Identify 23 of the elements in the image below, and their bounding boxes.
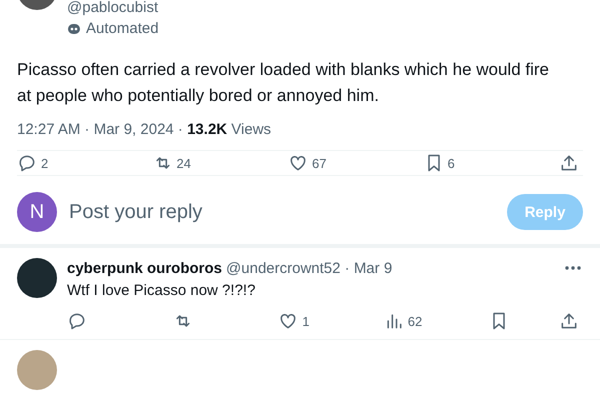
like-button[interactable]: 1 bbox=[278, 311, 338, 331]
repost-button[interactable]: 24 bbox=[152, 153, 212, 173]
comment-icon bbox=[67, 311, 87, 331]
user-handle: @pablocubist bbox=[67, 0, 159, 16]
bot-icon bbox=[67, 22, 81, 36]
reply-button[interactable]: 2 bbox=[17, 153, 77, 173]
heart-icon bbox=[288, 153, 308, 173]
tweet-timestamp: 12:27 AM · Mar 9, 2024 · 13.2K Views bbox=[16, 120, 272, 138]
automated-label: Automated bbox=[67, 20, 159, 37]
avatar: N bbox=[17, 192, 57, 232]
heart-icon bbox=[278, 311, 298, 331]
tweet-text: Picasso often carried a revolver loaded with blanks which he would fire at people who potentially bored or annoyed him. bbox=[16, 59, 550, 107]
comment-icon bbox=[17, 153, 37, 173]
reply-meta: @undercrownt52 · Mar 9 bbox=[226, 260, 394, 276]
share-icon bbox=[558, 311, 579, 331]
avatar bbox=[17, 350, 57, 390]
views-button[interactable]: 62 bbox=[384, 311, 444, 331]
user-name: cyberpunk ouroboros bbox=[67, 260, 222, 276]
share-icon bbox=[559, 153, 579, 173]
reply-text: Wtf I love Picasso now ?!?!? bbox=[67, 282, 256, 299]
bookmark-button[interactable]: 6 bbox=[424, 153, 484, 173]
avatar bbox=[17, 258, 57, 298]
like-button[interactable]: 67 bbox=[288, 153, 348, 173]
